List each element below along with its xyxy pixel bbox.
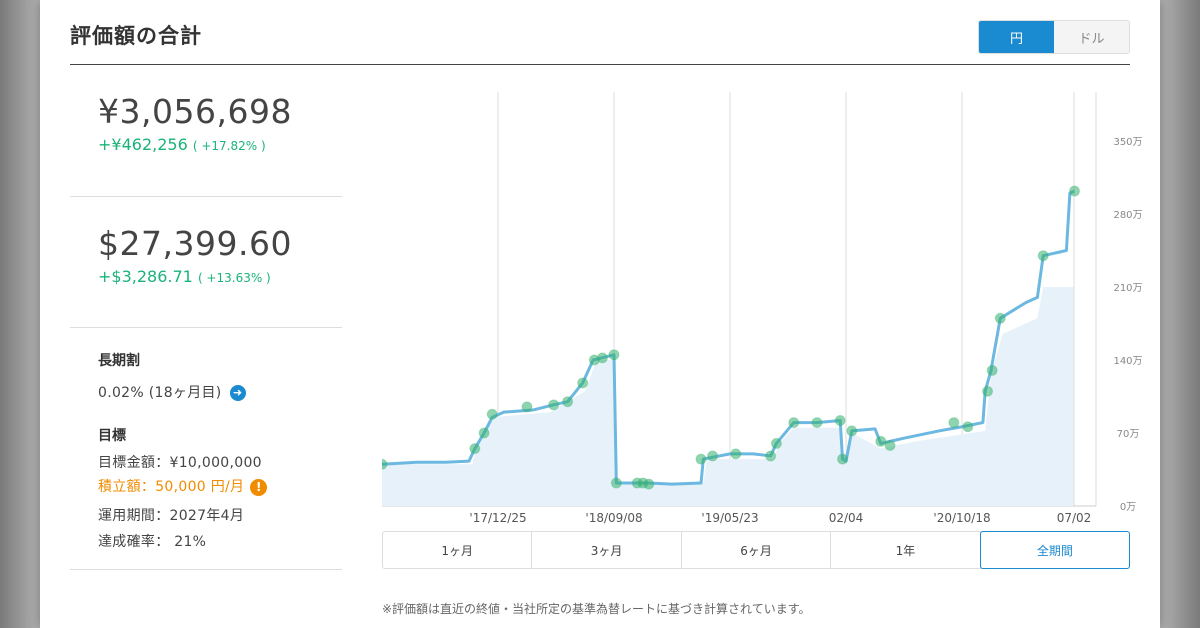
data-marker [1037,250,1049,262]
range-tab[interactable]: 1年 [831,532,981,568]
x-tick-label: '20/10/18 [933,511,990,525]
yen-change-pct: ( +17.82% ) [192,139,266,153]
summary-divider [70,327,342,328]
y-tick-label: 210万 [1113,283,1142,294]
data-marker [521,401,533,413]
data-marker [707,450,719,462]
data-marker [596,352,608,364]
range-tab[interactable]: 3ヶ月 [532,532,682,568]
x-tick-label: '18/09/08 [585,511,642,525]
page-title: 評価額の合計 [70,24,202,48]
data-marker [608,349,620,361]
data-marker [610,477,622,489]
backdrop-right [1156,0,1200,628]
chart-svg: 0万 70万 140万 210万 280万 350万 '17/12/25 '18/09/08 '… [382,92,1143,525]
data-marker [643,478,655,490]
goal-contribution: 積立額：50,000 円/月 [98,479,245,495]
x-tick-label: 02/04 [829,511,864,525]
data-marker [478,427,490,439]
y-tick-label: 350万 [1113,137,1142,148]
usd-amount: $27,399.60 [98,224,292,263]
summary-divider [70,569,342,570]
x-tick-label: '19/05/23 [701,511,758,525]
backdrop-left [0,0,44,628]
data-marker [811,417,823,429]
data-marker [875,435,887,447]
data-marker [695,453,707,465]
goal-target-amount: 目標金額：¥10,000,000 [98,455,262,471]
goal-period: 運用期間：2027年4月 [98,508,245,524]
long-term-label: 長期割 [98,353,140,369]
usd-change-pct: ( +13.63% ) [197,271,271,285]
x-tick-label: 07/02 [1057,511,1092,525]
x-tick-label: '17/12/25 [469,511,526,525]
data-marker [730,448,742,460]
y-tick-label: 0万 [1120,502,1136,513]
yen-button[interactable]: 円 [979,21,1054,53]
currency-toggle: 円 ドル [978,20,1130,54]
usd-summary: $27,399.60 +$3,286.71 ( +13.63% ) [70,224,342,286]
data-marker [765,450,777,462]
yen-summary: ¥3,056,698 +¥462,256 ( +17.82% ) [70,92,342,154]
data-marker [962,421,974,433]
data-marker [577,377,589,389]
summary-divider [70,196,342,197]
goal-contribution-row: 積立額：50,000 円/月! [98,476,268,496]
long-term-row: 0.02% (18ヶ月目) ➜ [98,382,246,402]
valuation-chart: 0万 70万 140万 210万 280万 350万 '17/12/25 '18/09/08 '… [382,86,1144,526]
usd-change-value: +$3,286.71 [98,267,193,286]
range-tab[interactable]: 全期間 [979,531,1131,569]
range-tab[interactable]: 1ヶ月 [383,532,533,568]
data-marker [548,399,560,411]
title-divider [70,64,1130,65]
data-marker [994,312,1006,324]
yen-change-value: +¥462,256 [98,135,188,154]
usd-change: +$3,286.71 ( +13.63% ) [70,267,342,286]
data-marker [562,396,574,408]
data-marker [948,417,960,429]
data-marker [837,453,849,465]
arrow-right-icon[interactable]: ➜ [229,385,246,401]
invested-area [382,287,1074,506]
dollar-button[interactable]: ドル [1054,21,1129,53]
data-marker [1069,185,1081,197]
data-marker [469,443,481,455]
valuation-panel: 評価額の合計 円 ドル ¥3,056,698 +¥462,256 ( +17.8… [40,0,1160,628]
goal-label: 目標 [98,428,126,444]
data-marker [986,364,998,376]
range-tabs: 1ヶ月 3ヶ月 6ヶ月 1年 全期間 [382,531,1131,569]
long-term-value: 0.02% (18ヶ月目) [98,385,222,401]
yen-amount: ¥3,056,698 [98,92,292,131]
data-marker [834,414,846,426]
data-marker [788,417,800,429]
footnote: ※評価額は直近の終値・当社所定の基準為替レートに基づき計算されています。 [382,602,811,616]
data-marker [982,385,994,397]
warning-icon[interactable]: ! [250,478,268,496]
yen-change: +¥462,256 ( +17.82% ) [70,135,342,154]
data-marker [770,437,782,449]
y-tick-label: 70万 [1117,429,1140,440]
y-tick-label: 280万 [1113,210,1142,221]
data-marker [884,440,896,452]
y-tick-label: 140万 [1113,356,1142,367]
range-tab[interactable]: 6ヶ月 [682,532,832,568]
goal-probability: 達成確率： 21% [98,534,207,550]
data-marker [846,425,858,437]
data-marker [486,408,498,420]
